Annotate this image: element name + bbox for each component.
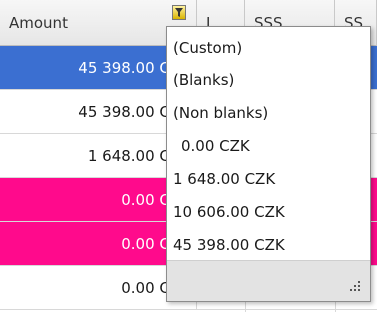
filter-option-non-blanks[interactable]: (Non blanks) (173, 100, 268, 126)
filter-option-value[interactable]: 1 648.00 CZK (173, 166, 275, 192)
filter-option-custom[interactable]: (Custom) (173, 35, 242, 61)
funnel-icon (175, 8, 183, 17)
filter-button[interactable] (172, 5, 186, 20)
column-header-amount-label: Amount (9, 13, 68, 32)
filter-option-value[interactable]: 0.00 CZK (181, 133, 250, 159)
filter-dropdown: (Custom) (Blanks) (Non blanks) 0.00 CZK … (166, 26, 371, 302)
filter-option-value[interactable]: 45 398.00 CZK (173, 232, 285, 258)
resize-grip-icon[interactable] (348, 279, 360, 291)
dropdown-footer (167, 260, 370, 301)
filter-option-value[interactable]: 10 606.00 CZK (173, 199, 285, 225)
filter-option-blanks[interactable]: (Blanks) (173, 67, 234, 93)
